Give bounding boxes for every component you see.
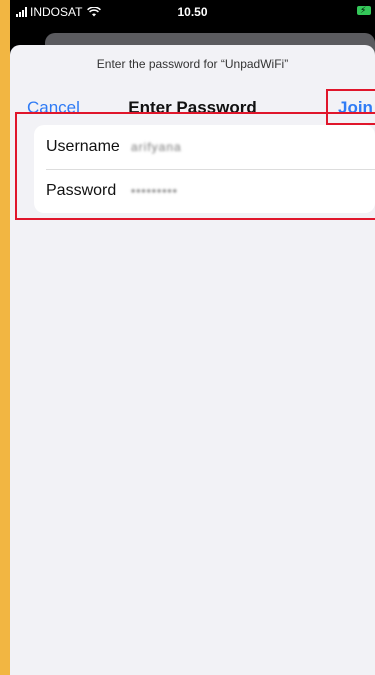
form-highlight [15,112,375,220]
phone-screen: INDOSAT 10.50 ⚡ Enter the password for “… [10,0,375,675]
clock: 10.50 [177,5,208,19]
status-bar: INDOSAT 10.50 ⚡ [10,0,375,26]
battery-charging-icon: ⚡ [357,5,371,15]
network-prompt: Enter the password for “UnpadWiFi” [96,57,289,71]
